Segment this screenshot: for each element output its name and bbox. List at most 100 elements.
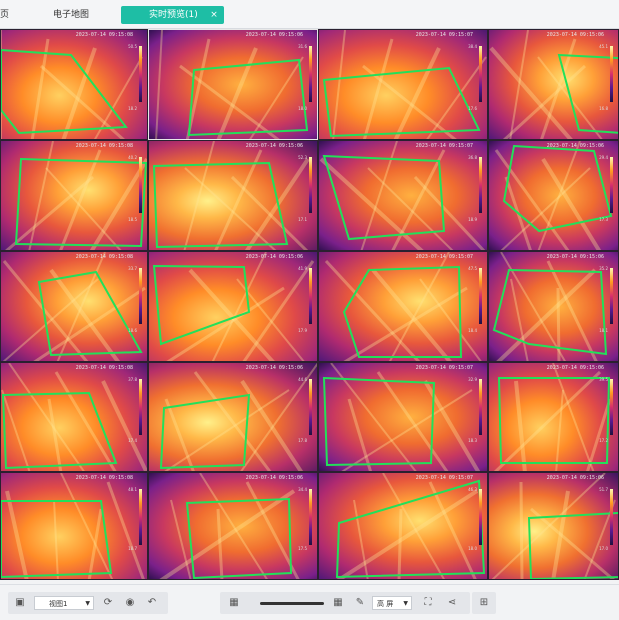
toolbar-center-group: ▦ ▦ ✎ 高 屏 ▼ ⛶ ⋖ [220,592,470,614]
thermal-overlay [324,252,482,361]
save-icon[interactable]: ▣ [12,595,28,611]
camera-view[interactable]: 2023-07-14 09:15:06 41.9 17.9 [148,251,318,362]
layout-select[interactable]: 视图1 ▼ [34,596,94,610]
close-icon[interactable]: × [210,6,218,24]
thermal-streak [56,252,106,361]
chevron-down-icon: ▼ [85,600,90,607]
temperature-scale [610,157,613,213]
stream-select[interactable]: 高 屏 ▼ [372,596,412,610]
thermal-overlay [2,252,146,361]
camera-view[interactable]: 2023-07-14 09:15:06 34.4 17.5 [148,472,318,580]
fullscreen-icon[interactable]: ⛶ [420,595,436,611]
camera-view[interactable]: 2023-07-14 09:15:07 38.4 17.6 [318,29,488,140]
camera-view[interactable]: 2023-07-14 09:15:06 45.1 16.8 [488,29,619,140]
thermal-streak [419,278,482,361]
share-icon[interactable]: ⋖ [444,595,460,611]
temperature-min: 17.4 [128,438,137,443]
temperature-max: 33.7 [128,266,137,271]
edit-icon[interactable]: ✎ [352,595,368,611]
temperature-min: 17.5 [298,546,307,551]
temperature-scale [479,157,482,213]
timestamp: 2023-07-14 09:15:08 [75,254,133,260]
temperature-min: 18.9 [468,217,477,222]
timestamp: 2023-07-14 09:15:08 [75,143,133,149]
thermal-streak [519,481,524,579]
thermal-streak [45,167,122,250]
temperature-scale [610,268,613,324]
camera-view[interactable]: 2023-07-14 09:15:07 32.9 18.3 [318,362,488,472]
thermal-streak [53,499,59,579]
temperature-max: 47.5 [468,266,477,271]
timestamp: 2023-07-14 09:15:06 [546,475,604,481]
zoom-slider[interactable] [260,602,324,605]
tab-live-preview-label: 实时预览(1) [149,10,198,20]
thermal-streak [8,363,85,471]
camera-view[interactable]: 2023-07-14 09:15:06 44.6 17.8 [148,362,318,472]
timestamp: 2023-07-14 09:15:08 [75,365,133,371]
stream-select-value: 高 屏 [377,600,394,608]
camera-view[interactable]: 2023-07-14 09:15:07 36.8 18.9 [318,140,488,251]
temperature-max: 34.4 [298,487,307,492]
temperature-max: 44.6 [298,377,307,382]
grid-large-icon[interactable]: ▦ [330,595,346,611]
grid-small-icon[interactable]: ▦ [226,595,242,611]
timestamp: 2023-07-14 09:15:07 [415,143,473,149]
temperature-scale [139,157,142,213]
timestamp: 2023-07-14 09:15:06 [546,365,604,371]
temperature-scale [139,46,142,102]
thermal-streak [393,47,441,139]
thermal-streak [362,64,457,139]
temperature-scale [479,489,482,545]
thermal-overlay [155,30,309,139]
thermal-streak [556,287,561,361]
thermal-streak [183,141,215,250]
temperature-min: 17.3 [599,217,608,222]
thermal-streak [552,363,595,471]
camera-view[interactable]: 2023-07-14 09:15:06 29.4 17.3 [488,140,619,251]
thermal-streak [362,38,394,139]
camera-view[interactable]: 2023-07-14 09:15:07 46.3 18.0 [318,472,488,580]
camera-view[interactable]: 2023-07-14 09:15:06 51.7 17.0 [488,472,619,580]
detection-region [159,393,251,470]
timestamp: 2023-07-14 09:15:08 [75,32,133,38]
temperature-scale [309,268,312,324]
timestamp: 2023-07-14 09:15:06 [245,143,303,149]
undo-icon[interactable]: ↶ [144,595,160,611]
temperature-max: 41.9 [298,266,307,271]
thermal-streak [376,371,449,471]
temperature-max: 48.1 [128,487,137,492]
timestamp: 2023-07-14 09:15:08 [75,475,133,481]
temperature-scale [309,379,312,435]
camera-view[interactable]: 2023-07-14 09:15:06 35.2 18.1 [488,251,619,362]
temperature-max: 39.5 [599,377,608,382]
timestamp: 2023-07-14 09:15:06 [245,365,303,371]
camera-view[interactable]: 2023-07-14 09:15:07 47.5 18.4 [318,251,488,362]
chevron-down-icon: ▼ [403,600,408,607]
temperature-scale [309,157,312,213]
camera-view[interactable]: 2023-07-14 09:15:08 40.2 18.5 [0,140,148,251]
camera-view[interactable]: 2023-07-14 09:15:08 50.5 18.2 [0,29,148,140]
temperature-scale [309,46,312,102]
temperature-scale [479,379,482,435]
tab-home[interactable]: 页 [0,6,9,24]
temperature-min: 17.0 [599,546,608,551]
temperature-min: 18.5 [128,217,137,222]
camera-view[interactable]: 2023-07-14 09:15:08 33.7 18.6 [0,251,148,362]
refresh-icon[interactable]: ⟳ [100,595,116,611]
temperature-max: 35.2 [599,266,608,271]
temperature-max: 40.2 [128,155,137,160]
tab-live-preview[interactable]: 实时预览(1) × [121,6,224,24]
tab-electronic-map[interactable]: 电子地图 [53,6,89,24]
temperature-max: 32.9 [468,377,477,382]
camera-view[interactable]: 2023-07-14 09:15:08 37.8 17.4 [0,362,148,472]
camera-view[interactable]: 2023-07-14 09:15:08 48.1 18.7 [0,472,148,580]
camera-view[interactable]: 2023-07-14 09:15:06 39.5 17.2 [488,362,619,472]
camera-view[interactable]: 2023-07-14 09:15:06 52.3 17.1 [148,140,318,251]
layout-select-value: 视图1 [49,600,68,608]
thermal-streak [249,56,304,139]
temperature-scale [610,489,613,545]
record-icon[interactable]: ◉ [122,595,138,611]
layout-icon[interactable]: ⊞ [476,595,492,611]
thermal-overlay [1,473,145,579]
camera-view[interactable]: 2023-07-14 09:15:06 31.6 18.0 [148,29,318,140]
